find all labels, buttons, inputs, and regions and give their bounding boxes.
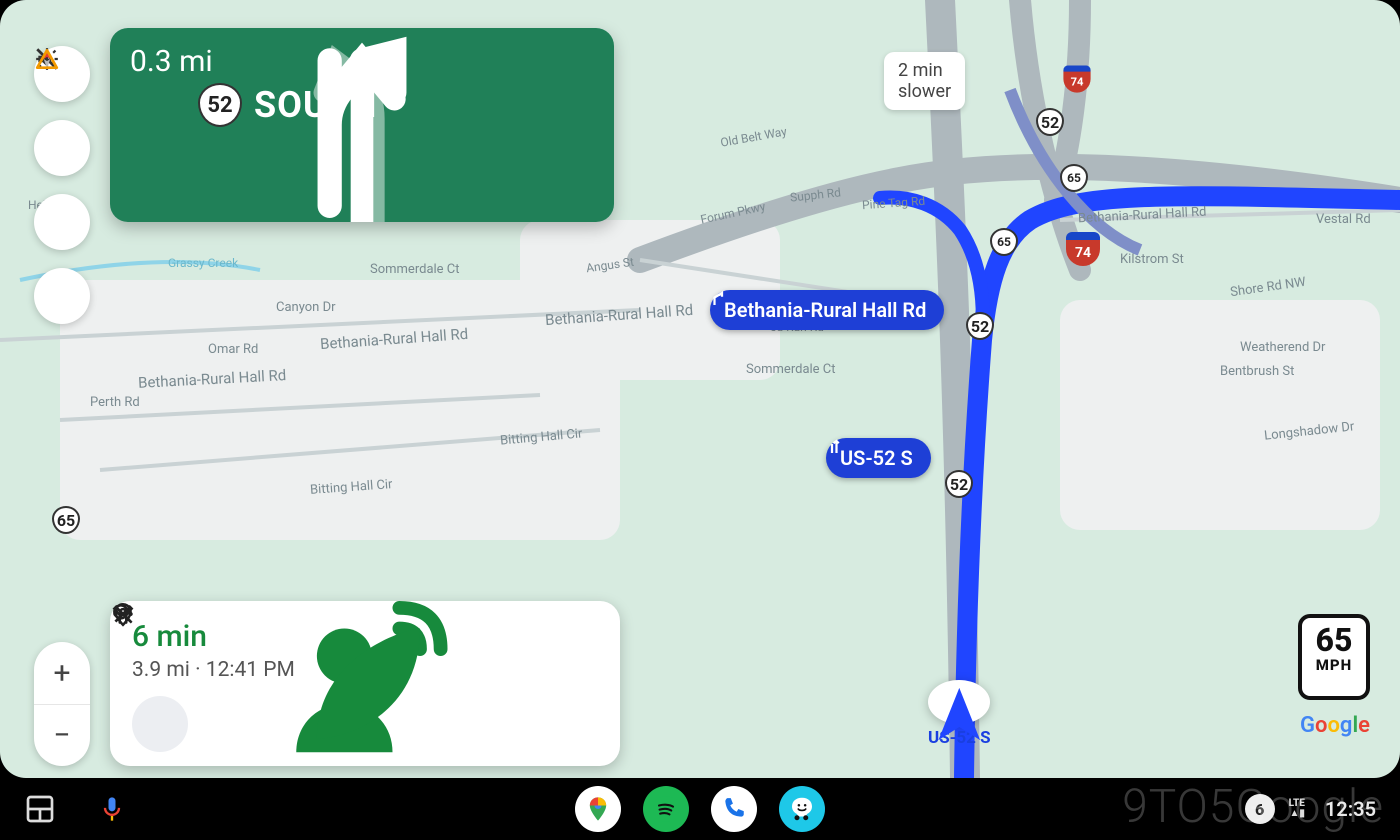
google-maps-icon bbox=[584, 795, 612, 823]
waze-icon bbox=[787, 794, 817, 824]
network-status: LTE ▲▮ bbox=[1289, 799, 1305, 819]
more-horizontal-icon bbox=[110, 601, 136, 627]
interstate-shield-74: 74 bbox=[1066, 232, 1100, 266]
zoom-out-button[interactable]: − bbox=[34, 704, 90, 766]
app-launcher-button[interactable] bbox=[24, 793, 56, 825]
route-shield-65: 65 bbox=[52, 506, 80, 534]
clock: 12:35 bbox=[1325, 797, 1376, 821]
speed-limit-unit: MPH bbox=[1302, 656, 1366, 674]
route-shield-52: 52 bbox=[945, 470, 973, 498]
navigation-arrow-icon bbox=[928, 680, 991, 748]
eco-leaf-icon bbox=[110, 601, 620, 766]
assistant-mic-button[interactable] bbox=[98, 795, 126, 823]
report-button[interactable] bbox=[34, 268, 90, 324]
phone-icon bbox=[721, 796, 747, 822]
spotify-icon bbox=[652, 795, 680, 823]
compass-button[interactable] bbox=[34, 194, 90, 250]
eta-card[interactable]: 6 min 3.9 mi · 12:41 PM bbox=[110, 601, 620, 766]
route-shield-52: 52 bbox=[966, 312, 994, 340]
zoom-control: + − bbox=[34, 642, 90, 766]
alt-route-chip[interactable]: 2 min slower bbox=[884, 52, 965, 110]
map-canvas[interactable]: Bethania-Rural Hall Rd Bethania-Rural Ha… bbox=[0, 0, 1400, 778]
route-pill-us52[interactable]: US-52 S bbox=[826, 438, 931, 478]
speed-limit-sign: 65 MPH bbox=[1298, 614, 1370, 700]
fork-right-icon bbox=[110, 28, 614, 222]
turn-banner[interactable]: 0.3 mi 52 SOUTH bbox=[110, 28, 614, 222]
alt-route-line2: slower bbox=[898, 81, 951, 102]
zoom-in-button[interactable]: + bbox=[34, 642, 90, 704]
system-bar: 6 LTE ▲▮ 12:35 9TO5Google bbox=[0, 778, 1400, 840]
waze-app-button[interactable] bbox=[779, 786, 825, 832]
google-attribution: Google bbox=[1300, 713, 1370, 738]
route-shield-65: 65 bbox=[990, 228, 1018, 256]
interstate-shield-74: 74 bbox=[1063, 65, 1090, 92]
alt-route-line1: 2 min bbox=[898, 60, 951, 81]
spotify-app-button[interactable] bbox=[643, 786, 689, 832]
speed-limit-value: 65 bbox=[1302, 624, 1366, 656]
route-shield-65: 65 bbox=[1060, 164, 1088, 192]
notification-badge[interactable]: 6 bbox=[1245, 794, 1275, 824]
route-shield-52: 52 bbox=[1036, 108, 1064, 136]
mute-button[interactable] bbox=[34, 120, 90, 176]
current-location-marker: US-52 S bbox=[928, 680, 991, 748]
maps-app-button[interactable] bbox=[575, 786, 621, 832]
route-pill-label: Bethania-Rural Hall Rd bbox=[724, 298, 926, 322]
warning-triangle-icon bbox=[34, 46, 60, 72]
route-pill-bethania[interactable]: Bethania-Rural Hall Rd bbox=[710, 290, 944, 330]
route-pill-label: US-52 S bbox=[840, 446, 913, 470]
phone-app-button[interactable] bbox=[711, 786, 757, 832]
